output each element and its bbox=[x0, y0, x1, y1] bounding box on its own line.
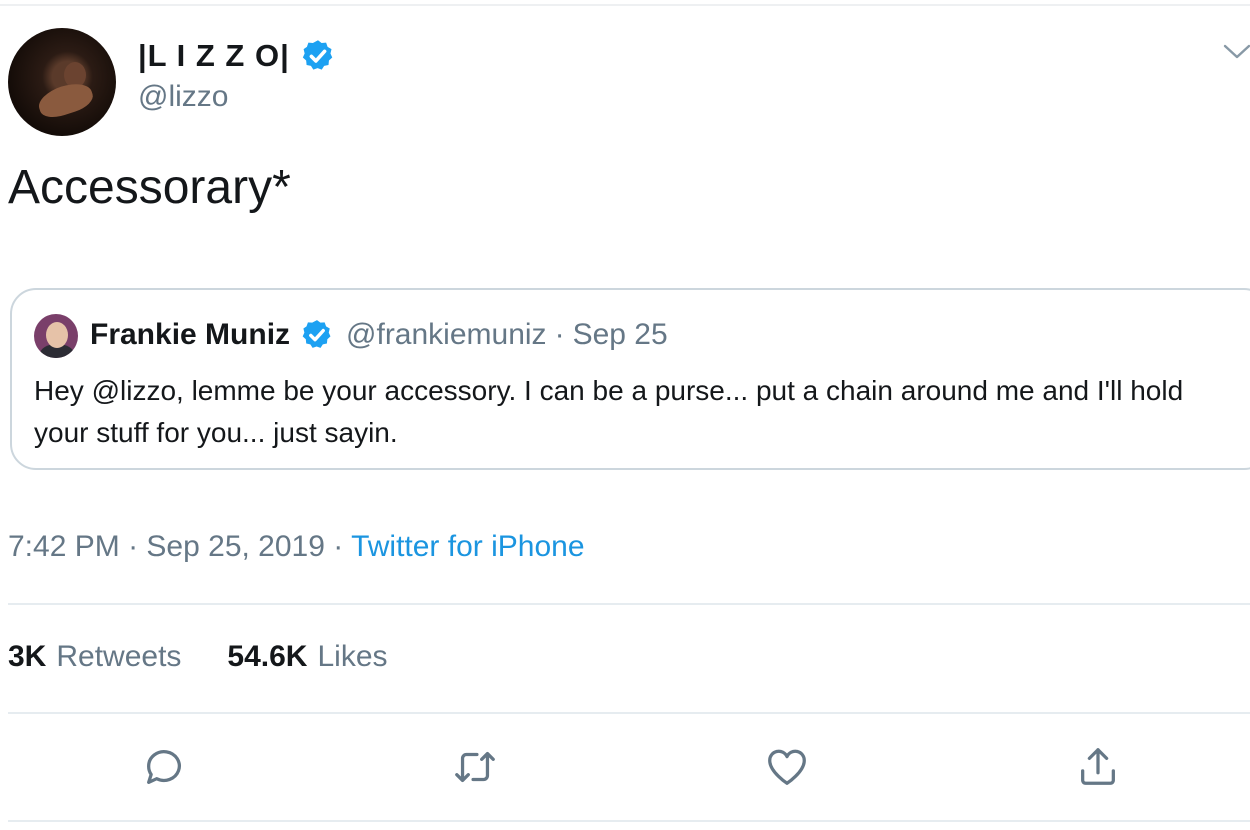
tweet-text: Accessorary* bbox=[8, 161, 291, 214]
heart-icon[interactable] bbox=[764, 744, 810, 790]
author-avatar[interactable] bbox=[8, 28, 116, 136]
divider bbox=[8, 712, 1250, 714]
retweets-label: Retweets bbox=[56, 640, 182, 673]
top-divider bbox=[0, 0, 1250, 6]
chevron-down-icon[interactable] bbox=[1222, 42, 1250, 62]
quoted-author-avatar bbox=[34, 314, 78, 358]
meta-separator: · bbox=[333, 530, 344, 563]
verified-badge-icon bbox=[302, 40, 333, 70]
tweet-date[interactable]: Sep 25, 2019 bbox=[146, 530, 325, 563]
verified-badge-icon bbox=[302, 320, 331, 348]
quoted-separator: · bbox=[554, 318, 565, 351]
divider bbox=[8, 603, 1250, 605]
tweet-stats: 3K Retweets 54.6K Likes bbox=[8, 640, 388, 674]
likes-stat[interactable]: 54.6K Likes bbox=[227, 640, 387, 674]
tweet-metadata: 7:42 PM · Sep 25, 2019 · Twitter for iPh… bbox=[8, 530, 585, 564]
quoted-tweet-text: Hey @lizzo, lemme be your accessory. I c… bbox=[34, 375, 1184, 448]
quoted-handle: @frankiemuniz bbox=[346, 318, 547, 351]
share-icon[interactable] bbox=[1075, 744, 1121, 790]
likes-label: Likes bbox=[317, 640, 388, 673]
author-name-row: |L I Z Z O| bbox=[138, 38, 336, 74]
meta-separator: · bbox=[128, 530, 139, 563]
author-display-name[interactable]: |L I Z Z O| bbox=[138, 38, 290, 74]
divider bbox=[8, 820, 1250, 822]
quoted-tweet-header: Frankie Muniz @frankiemuniz · Sep 25 bbox=[90, 318, 668, 352]
likes-count: 54.6K bbox=[227, 640, 308, 673]
quoted-date: Sep 25 bbox=[572, 318, 668, 351]
retweets-count: 3K bbox=[8, 640, 47, 673]
quoted-display-name: Frankie Muniz bbox=[90, 318, 291, 351]
author-handle[interactable]: @lizzo bbox=[138, 80, 228, 114]
reply-icon[interactable] bbox=[141, 744, 187, 790]
quoted-tweet[interactable]: Frankie Muniz @frankiemuniz · Sep 25 Hey… bbox=[10, 288, 1250, 470]
retweet-icon[interactable] bbox=[452, 744, 498, 790]
tweet-time[interactable]: 7:42 PM bbox=[8, 530, 120, 563]
retweets-stat[interactable]: 3K Retweets bbox=[8, 640, 181, 674]
tweet-source-link[interactable]: Twitter for iPhone bbox=[351, 530, 584, 563]
